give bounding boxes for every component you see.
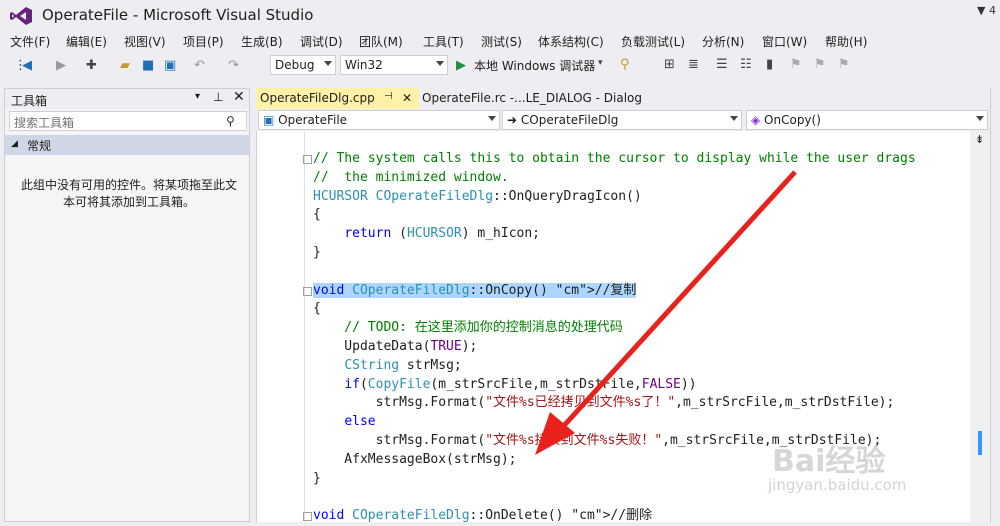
baidu-watermark-url: jingyan.baidu.com <box>768 476 907 494</box>
red-arrow-shaft <box>558 170 797 432</box>
baidu-watermark: Bai经验 <box>772 444 886 479</box>
